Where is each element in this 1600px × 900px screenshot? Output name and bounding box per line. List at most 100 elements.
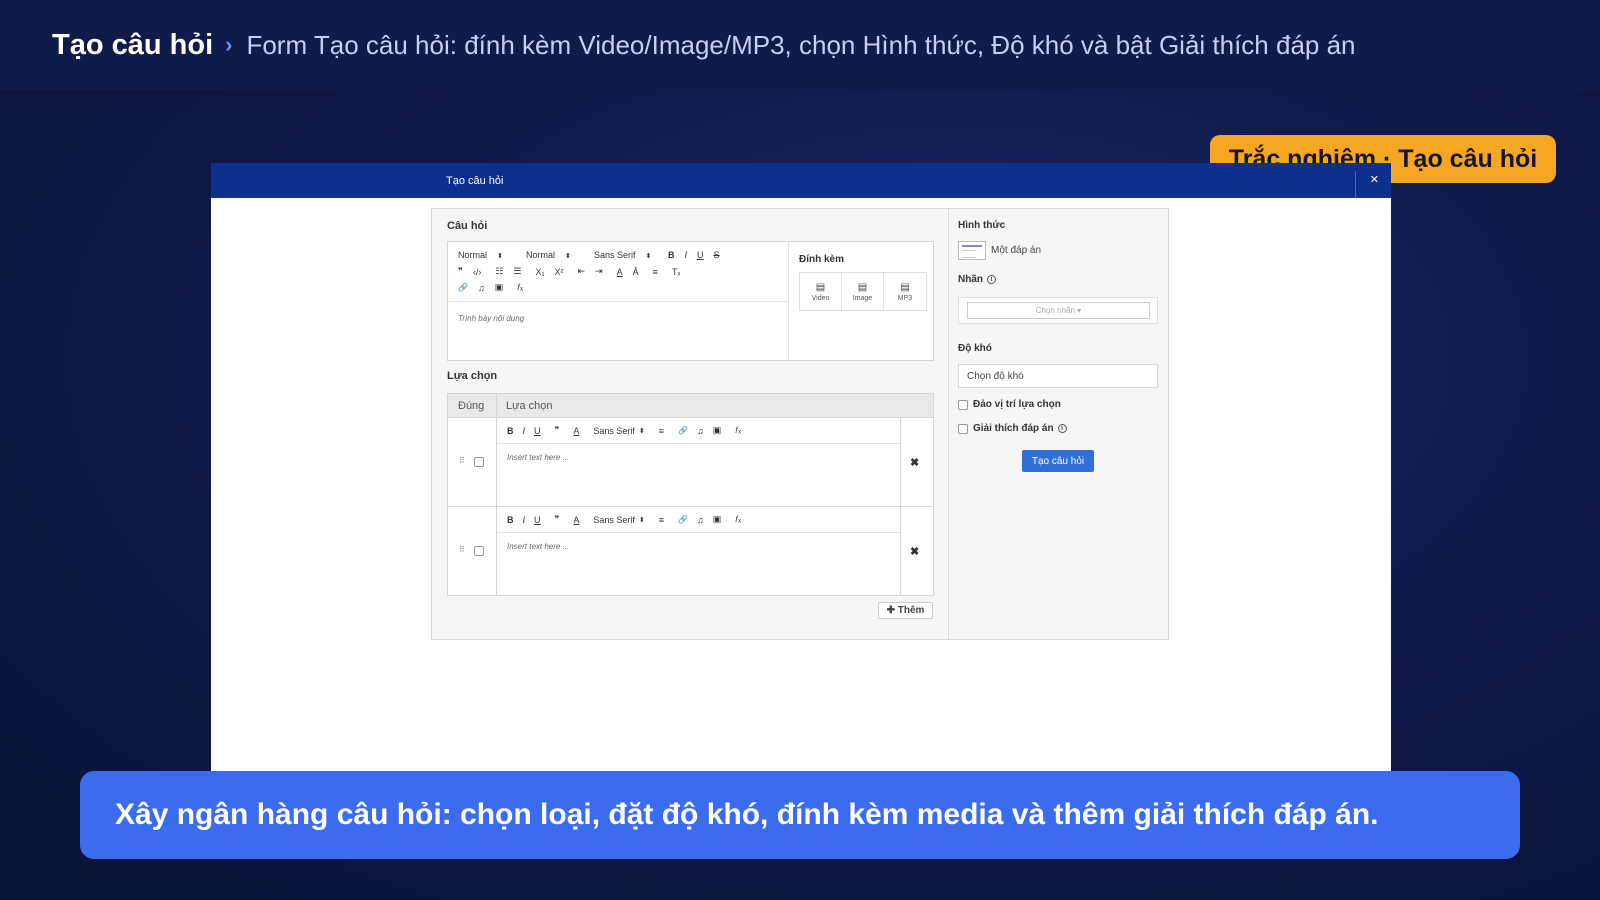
formula-icon[interactable]: 𝑓ₓ [735, 514, 741, 525]
remove-choice-icon[interactable]: ✖ [910, 545, 919, 558]
align-icon[interactable]: ≡ [659, 426, 664, 436]
choices-table: Đúng Lựa chọn ⠿ B I U ❞ A Sans Serif ⬍ ≡ [447, 393, 934, 596]
header-divider [1355, 171, 1356, 198]
indent-icon[interactable]: ⇥ [595, 266, 603, 277]
formula-icon[interactable]: 𝑓ₓ [517, 282, 523, 293]
shuffle-choices-option[interactable]: Đảo vị trí lựa chọn [958, 399, 1061, 410]
tag-select[interactable]: Chọn nhãn ▾ [967, 302, 1150, 319]
background-color-icon[interactable]: Ā [633, 267, 639, 277]
correct-column-header: Đúng [448, 394, 497, 417]
question-label: Câu hỏi [447, 220, 488, 232]
bold-button[interactable]: B [668, 250, 675, 260]
choices-header: Đúng Lựa chọn [448, 394, 933, 418]
select-arrow-icon: ⬍ [638, 516, 645, 524]
difficulty-label: Độ khó [958, 343, 992, 354]
row-divider [900, 418, 901, 506]
underline-button[interactable]: U [534, 515, 541, 525]
remove-choice-icon[interactable]: ✖ [910, 456, 919, 469]
select-arrow-icon: ⬍ [565, 253, 571, 260]
form-type-selector[interactable]: Một đáp án [958, 241, 1041, 260]
select-arrow-icon: ⬍ [638, 427, 645, 435]
add-choice-button[interactable]: ✚ Thêm [878, 602, 933, 619]
image-icon[interactable]: ▣ [713, 425, 722, 436]
bold-button[interactable]: B [507, 426, 514, 436]
font-color-icon[interactable]: A [573, 426, 579, 436]
question-editor: Normal ⬍ Normal ⬍ Sans Serif ⬍ B I U S ❞ ‹/… [447, 241, 934, 361]
link-icon[interactable]: 🔗 [458, 283, 468, 292]
explain-answer-option[interactable]: Giải thích đáp án i [958, 423, 1067, 434]
question-text-area[interactable]: Trình bày nội dung [458, 314, 524, 323]
shuffle-checkbox[interactable] [958, 399, 968, 410]
row-divider [900, 507, 901, 596]
correct-checkbox[interactable] [474, 546, 484, 556]
italic-button[interactable]: I [685, 250, 688, 260]
close-icon[interactable]: ✕ [1370, 173, 1379, 186]
drag-handle-icon[interactable]: ⠿ [459, 545, 465, 554]
page-title: Tạo câu hỏi [52, 28, 214, 61]
choice-correct-cell: ⠿ [448, 418, 497, 506]
attach-image-button[interactable]: ▤ Image [842, 273, 884, 310]
image-icon[interactable]: ▣ [713, 514, 722, 525]
audio-icon[interactable]: ♫ [697, 426, 704, 436]
font-color-icon[interactable]: A [573, 515, 579, 525]
select-arrow-icon: ⬍ [497, 253, 503, 260]
font-select[interactable]: Sans Serif [593, 515, 635, 525]
attachments-label: Đính kèm [799, 254, 845, 265]
create-question-button[interactable]: Tạo câu hỏi [1022, 450, 1094, 472]
link-icon[interactable]: 🔗 [678, 426, 688, 435]
ordered-list-icon[interactable]: ☷ [495, 266, 503, 277]
align-icon[interactable]: ≡ [653, 267, 658, 277]
font-select[interactable]: Sans Serif [593, 426, 635, 436]
quote-icon[interactable]: ❞ [458, 266, 463, 277]
clear-format-icon[interactable]: Tₓ [672, 267, 680, 277]
attach-video-button[interactable]: ▤ Video [800, 273, 842, 310]
formula-icon[interactable]: 𝑓ₓ [735, 425, 741, 436]
link-icon[interactable]: 🔗 [678, 515, 688, 524]
superscript-button[interactable]: X² [555, 267, 564, 277]
attach-video-label: Video [811, 294, 830, 302]
font-select[interactable]: Sans Serif ⬍ [594, 250, 668, 260]
italic-button[interactable]: I [523, 426, 526, 436]
bold-button[interactable]: B [507, 515, 514, 525]
difficulty-select[interactable]: Chọn độ khó [958, 364, 1158, 388]
shuffle-label: Đảo vị trí lựa chọn [973, 399, 1061, 410]
correct-checkbox[interactable] [474, 457, 484, 467]
font-color-icon[interactable]: A [617, 267, 623, 277]
italic-button[interactable]: I [523, 515, 526, 525]
choice-row: ⠿ B I U ❞ A Sans Serif ⬍ ≡ 🔗 ♫ ▣ 𝑓ₓ Inse… [448, 418, 933, 507]
size-select-value: Normal [526, 250, 556, 260]
quote-icon[interactable]: ❞ [555, 425, 560, 436]
quote-icon[interactable]: ❞ [555, 514, 560, 525]
choice-text-area[interactable]: Insert text here ... [507, 542, 569, 551]
bullet-list-icon[interactable]: ☰ [513, 266, 521, 277]
attach-image-label: Image [852, 294, 873, 302]
tag-label: Nhãn [958, 274, 983, 285]
choice-editor-toolbar: B I U ❞ A Sans Serif ⬍ ≡ 🔗 ♫ ▣ 𝑓ₓ [497, 507, 900, 533]
top-header-bar: Tạo câu hỏi › Form Tạo câu hỏi: đính kèm… [0, 0, 1600, 90]
code-icon[interactable]: ‹/› [473, 267, 482, 277]
single-answer-thumbnail-icon [958, 241, 986, 260]
window-header: Tạo câu hỏi ✕ [211, 163, 1391, 198]
strike-button[interactable]: S [714, 250, 720, 260]
subscript-button[interactable]: X₁ [536, 267, 545, 277]
explain-checkbox[interactable] [958, 423, 968, 434]
audio-icon[interactable]: ♫ [478, 283, 485, 293]
underline-button[interactable]: U [697, 250, 704, 260]
select-arrow-icon: ⬍ [645, 253, 652, 260]
choice-text-area[interactable]: Insert text here ... [507, 453, 569, 462]
outdent-icon[interactable]: ⇤ [578, 266, 586, 277]
align-icon[interactable]: ≡ [659, 515, 664, 525]
header-select[interactable]: Normal ⬍ [458, 250, 526, 260]
info-icon[interactable]: i [1057, 424, 1067, 433]
info-icon[interactable]: i [987, 275, 996, 284]
attachment-buttons: ▤ Video ▤ Image ▤ MP3 [799, 272, 927, 311]
choice-editor-toolbar: B I U ❞ A Sans Serif ⬍ ≡ 🔗 ♫ ▣ 𝑓ₓ [497, 418, 900, 444]
image-icon[interactable]: ▣ [495, 282, 504, 293]
drag-handle-icon[interactable]: ⠿ [459, 456, 465, 465]
video-file-icon: ▤ [815, 281, 826, 293]
audio-icon[interactable]: ♫ [697, 515, 704, 525]
audio-file-icon: ▤ [900, 281, 910, 293]
underline-button[interactable]: U [534, 426, 541, 436]
attach-mp3-button[interactable]: ▤ MP3 [884, 273, 926, 310]
size-select[interactable]: Normal ⬍ [526, 250, 594, 260]
